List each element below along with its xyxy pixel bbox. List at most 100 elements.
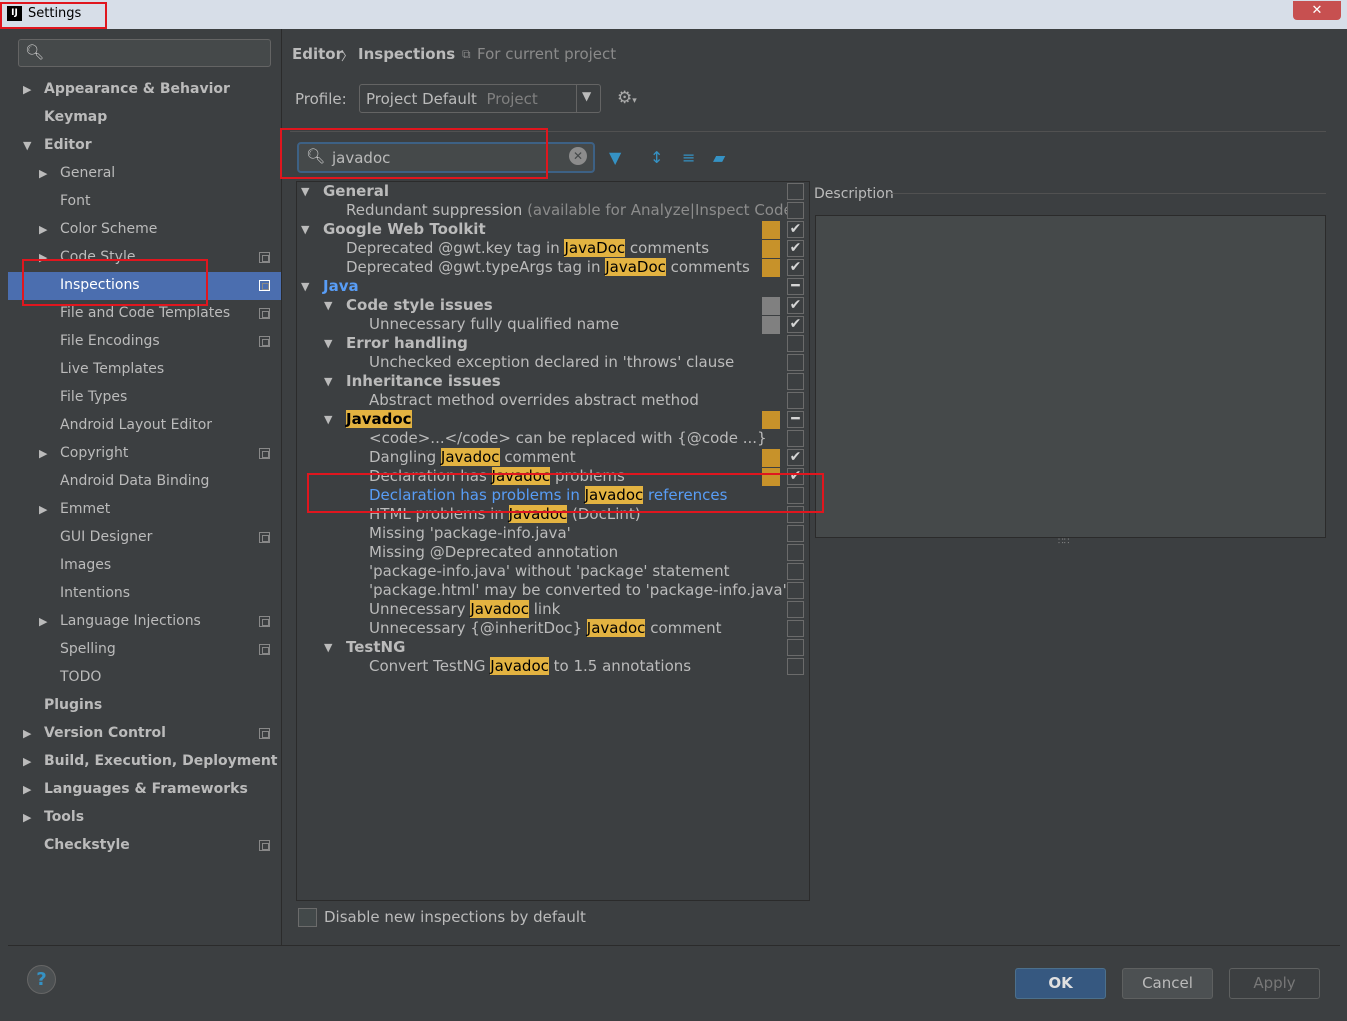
inspection-enabled-checkbox[interactable]: ✔ xyxy=(787,259,804,276)
settings-tree-item[interactable]: Appearance & Behavior xyxy=(44,75,230,103)
inspection-enabled-checkbox[interactable] xyxy=(787,639,804,656)
settings-tree-item[interactable]: File Types xyxy=(60,383,127,411)
inspection-enabled-checkbox[interactable] xyxy=(787,544,804,561)
inspection-enabled-checkbox[interactable]: ✔ xyxy=(787,468,804,485)
settings-tree-item[interactable]: TODO xyxy=(60,663,101,691)
inspection-row[interactable]: Abstract method overrides abstract metho… xyxy=(369,391,699,410)
settings-tree-item[interactable]: Images xyxy=(60,551,111,579)
inspection-row[interactable]: Convert TestNG Javadoc to 1.5 annotation… xyxy=(369,657,691,676)
help-button[interactable]: ? xyxy=(27,965,56,994)
inspection-row[interactable]: Unnecessary {@inheritDoc} Javadoc commen… xyxy=(369,619,721,638)
settings-tree-item[interactable]: Font xyxy=(60,187,90,215)
inspection-row[interactable]: Declaration has Javadoc problems xyxy=(369,467,625,486)
gear-icon[interactable]: ⚙︎▾ xyxy=(617,88,637,108)
inspection-row[interactable]: Unnecessary fully qualified name xyxy=(369,315,619,334)
settings-tree-item[interactable]: Intentions xyxy=(60,579,130,607)
expanded-arrow-icon[interactable]: ▼ xyxy=(301,280,309,293)
inspection-row[interactable]: Google Web Toolkit xyxy=(323,220,486,239)
collapsed-arrow-icon[interactable]: ▶ xyxy=(39,615,47,628)
expanded-arrow-icon[interactable]: ▼ xyxy=(324,641,332,654)
settings-tree-item[interactable]: Live Templates xyxy=(60,355,164,383)
settings-tree-item[interactable]: Code Style xyxy=(60,243,135,271)
expanded-arrow-icon[interactable]: ▼ xyxy=(324,299,332,312)
expanded-arrow-icon[interactable]: ▼ xyxy=(301,185,309,198)
inspection-row[interactable]: Javadoc xyxy=(346,410,412,429)
inspection-enabled-checkbox[interactable]: ✔ xyxy=(787,240,804,257)
inspection-row[interactable]: Declaration has problems in Javadoc refe… xyxy=(369,486,727,505)
inspection-row[interactable]: Deprecated @gwt.key tag in JavaDoc comme… xyxy=(346,239,709,258)
cancel-button[interactable]: Cancel xyxy=(1122,968,1213,999)
settings-tree-item[interactable]: Build, Execution, Deployment xyxy=(44,747,278,775)
settings-tree-item[interactable]: Version Control xyxy=(44,719,166,747)
expand-all-icon[interactable]: ↕ xyxy=(650,148,663,167)
inspection-row[interactable]: Missing @Deprecated annotation xyxy=(369,543,618,562)
inspection-row[interactable]: Error handling xyxy=(346,334,468,353)
inspection-enabled-checkbox[interactable]: ━ xyxy=(787,278,804,295)
settings-tree-item[interactable]: Android Layout Editor xyxy=(60,411,212,439)
settings-tree-item[interactable]: File and Code Templates xyxy=(60,299,230,327)
inspection-enabled-checkbox[interactable] xyxy=(787,183,804,200)
settings-tree-item[interactable]: Checkstyle xyxy=(44,831,130,859)
collapsed-arrow-icon[interactable]: ▶ xyxy=(39,167,47,180)
disable-new-inspections-checkbox[interactable] xyxy=(298,908,317,927)
settings-tree-item[interactable]: Spelling xyxy=(60,635,116,663)
expanded-arrow-icon[interactable]: ▼ xyxy=(324,375,332,388)
inspection-enabled-checkbox[interactable]: ✔ xyxy=(787,316,804,333)
collapsed-arrow-icon[interactable]: ▶ xyxy=(39,223,47,236)
settings-tree-item[interactable]: Keymap xyxy=(44,103,107,131)
inspection-row[interactable]: General xyxy=(323,182,389,201)
inspection-enabled-checkbox[interactable]: ━ xyxy=(787,411,804,428)
inspection-enabled-checkbox[interactable]: ✔ xyxy=(787,221,804,238)
expanded-arrow-icon[interactable]: ▼ xyxy=(23,139,31,152)
settings-tree-item[interactable]: GUI Designer xyxy=(60,523,152,551)
settings-tree-item[interactable]: Plugins xyxy=(44,691,102,719)
collapsed-arrow-icon[interactable]: ▶ xyxy=(39,447,47,460)
collapsed-arrow-icon[interactable]: ▶ xyxy=(23,755,31,768)
inspection-enabled-checkbox[interactable] xyxy=(787,506,804,523)
inspection-row[interactable]: 'package.html' may be converted to 'pack… xyxy=(369,581,787,600)
inspection-enabled-checkbox[interactable] xyxy=(787,354,804,371)
clear-icon[interactable]: ✕ xyxy=(569,147,587,165)
inspection-enabled-checkbox[interactable] xyxy=(787,373,804,390)
splitter-grip-icon[interactable]: ∷∷ xyxy=(1058,537,1069,547)
settings-tree-item[interactable]: File Encodings xyxy=(60,327,160,355)
inspection-enabled-checkbox[interactable] xyxy=(787,525,804,542)
settings-tree-item[interactable]: Copyright xyxy=(60,439,128,467)
inspection-row[interactable]: Unnecessary Javadoc link xyxy=(369,600,560,619)
inspection-row[interactable]: 'package-info.java' without 'package' st… xyxy=(369,562,730,581)
inspection-enabled-checkbox[interactable] xyxy=(787,392,804,409)
settings-tree-item[interactable]: Languages & Frameworks xyxy=(44,775,248,803)
inspection-row[interactable]: Redundant suppression (available for Ana… xyxy=(346,201,799,220)
collapsed-arrow-icon[interactable]: ▶ xyxy=(39,251,47,264)
ok-button[interactable]: OK xyxy=(1015,968,1106,999)
inspection-row[interactable]: Code style issues xyxy=(346,296,493,315)
collapsed-arrow-icon[interactable]: ▶ xyxy=(39,503,47,516)
inspection-row[interactable]: Unchecked exception declared in 'throws'… xyxy=(369,353,734,372)
collapsed-arrow-icon[interactable]: ▶ xyxy=(23,727,31,740)
filter-icon[interactable]: ▼ xyxy=(609,148,621,167)
inspection-row[interactable]: TestNG xyxy=(346,638,405,657)
expanded-arrow-icon[interactable]: ▼ xyxy=(301,223,309,236)
expanded-arrow-icon[interactable]: ▼ xyxy=(324,337,332,350)
inspection-row[interactable]: Deprecated @gwt.typeArgs tag in JavaDoc … xyxy=(346,258,750,277)
inspection-enabled-checkbox[interactable] xyxy=(787,601,804,618)
inspection-row[interactable]: Dangling Javadoc comment xyxy=(369,448,576,467)
inspection-enabled-checkbox[interactable] xyxy=(787,487,804,504)
inspection-row[interactable]: Java xyxy=(323,277,359,296)
apply-button[interactable]: Apply xyxy=(1229,968,1320,999)
inspection-row[interactable]: Inheritance issues xyxy=(346,372,501,391)
inspection-enabled-checkbox[interactable] xyxy=(787,430,804,447)
inspection-enabled-checkbox[interactable]: ✔ xyxy=(787,297,804,314)
reset-eraser-icon[interactable]: ▰ xyxy=(713,148,725,167)
settings-tree-item[interactable]: Color Scheme xyxy=(60,215,157,243)
inspection-filter-input[interactable]: 🔍︎ javadoc ✕ xyxy=(297,142,595,173)
collapse-all-icon[interactable]: ≡ xyxy=(682,148,695,167)
window-close-button[interactable]: ✕ xyxy=(1293,1,1341,20)
settings-tree-item[interactable]: Android Data Binding xyxy=(60,467,209,495)
profile-combobox[interactable]: Project Default Project ▼ xyxy=(359,84,601,113)
settings-tree-item[interactable]: Inspections xyxy=(60,271,140,299)
settings-tree-item[interactable]: Tools xyxy=(44,803,84,831)
inspection-enabled-checkbox[interactable] xyxy=(787,658,804,675)
settings-search-input[interactable]: 🔍︎ xyxy=(18,39,271,67)
expanded-arrow-icon[interactable]: ▼ xyxy=(324,413,332,426)
